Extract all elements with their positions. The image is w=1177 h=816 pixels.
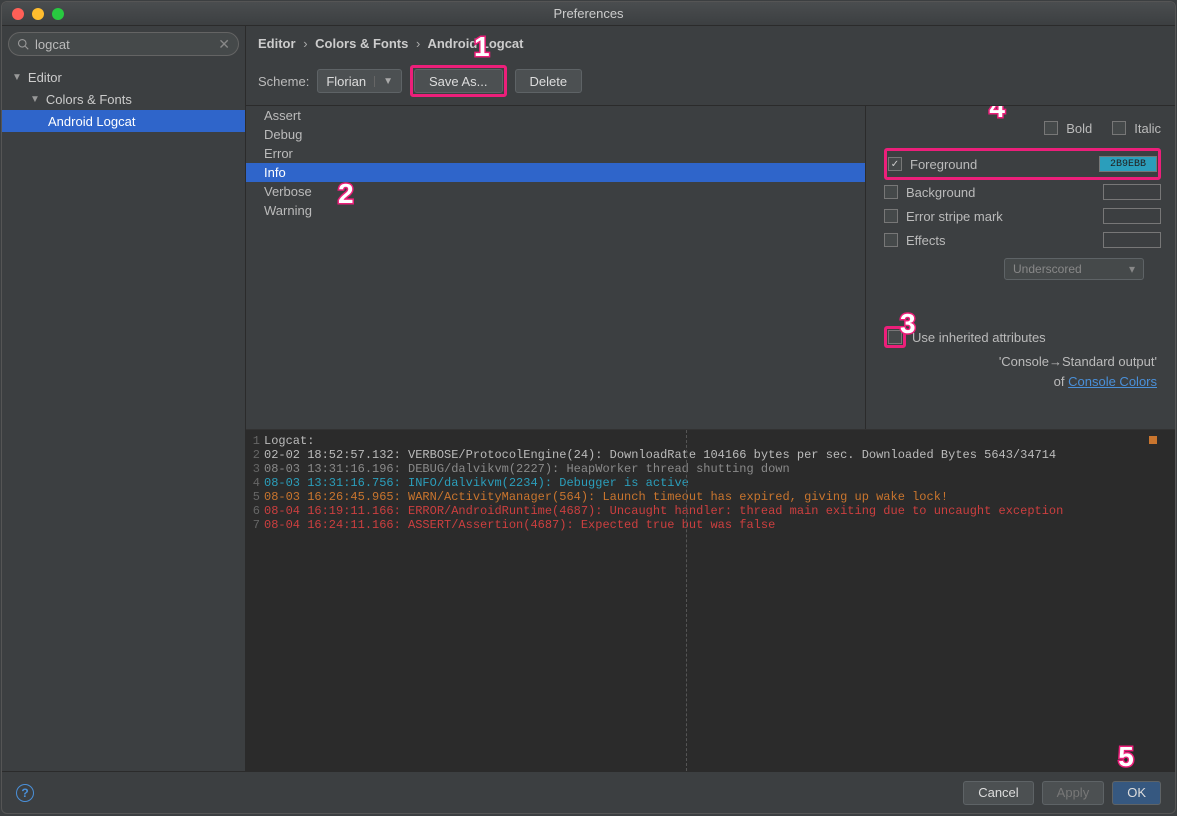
chevron-down-icon: ▼: [374, 76, 393, 87]
background-label: Background: [906, 185, 975, 200]
annotation-callout-1: 1: [474, 31, 490, 63]
sidebar: logcat ✕ ▼ Editor ▼ Colors & Fonts Andro…: [2, 26, 246, 771]
gutter-mark: [1149, 436, 1157, 444]
tree-item-editor[interactable]: ▼ Editor: [2, 66, 245, 88]
search-icon: [17, 38, 29, 50]
annotation-callout-3: 3: [900, 308, 916, 340]
scheme-select[interactable]: Florian ▼: [317, 69, 402, 93]
log-level-list: Assert Debug Error Info Verbose Warning …: [246, 106, 866, 429]
breadcrumb-part[interactable]: Editor: [258, 36, 296, 51]
clear-search-icon[interactable]: ✕: [218, 36, 230, 53]
effects-checkbox[interactable]: [884, 233, 898, 247]
cancel-button[interactable]: Cancel: [963, 781, 1033, 805]
annotation-highlight: Foreground 2B9EBB: [884, 148, 1161, 180]
console-colors-link[interactable]: Console Colors: [1068, 374, 1157, 389]
tree-item-android-logcat[interactable]: Android Logcat: [2, 110, 245, 132]
tree-label: Android Logcat: [48, 114, 135, 129]
annotation-highlight: Save As...: [410, 65, 507, 97]
preview-line: 08-04 16:19:11.166: ERROR/AndroidRuntime…: [264, 504, 1063, 518]
effects-kind-value: Underscored: [1013, 262, 1082, 276]
preview-line: 08-03 13:31:16.196: DEBUG/dalvikvm(2227)…: [264, 462, 790, 476]
disclosure-icon: ▼: [30, 94, 40, 105]
breadcrumb-part[interactable]: Colors & Fonts: [315, 36, 408, 51]
chevron-right-icon: ›: [416, 36, 420, 51]
breadcrumb: Editor › Colors & Fonts › Android Logcat: [246, 26, 1175, 55]
ok-button[interactable]: OK: [1112, 781, 1161, 805]
inherit-description: 'Console→Standard output' of Console Col…: [884, 352, 1161, 391]
effects-label: Effects: [906, 233, 946, 248]
disclosure-icon: ▼: [12, 72, 22, 83]
bold-checkbox[interactable]: [1044, 121, 1058, 135]
preview-pane: 1Logcat: 202-02 18:52:57.132: VERBOSE/Pr…: [246, 429, 1175, 771]
wrap-guide: [686, 430, 687, 771]
stripe-label: Error stripe mark: [906, 209, 1003, 224]
help-button[interactable]: ?: [16, 784, 34, 802]
delete-button[interactable]: Delete: [515, 69, 583, 93]
stripe-checkbox[interactable]: [884, 209, 898, 223]
annotation-callout-2: 2: [338, 178, 354, 210]
tree-label: Colors & Fonts: [46, 92, 132, 107]
bold-label: Bold: [1066, 121, 1092, 136]
tree-label: Editor: [28, 70, 62, 85]
effects-kind-select[interactable]: Underscored ▾: [1004, 258, 1144, 280]
preview-line: 08-04 16:24:11.166: ASSERT/Assertion(468…: [264, 518, 775, 532]
italic-checkbox[interactable]: [1112, 121, 1126, 135]
chevron-right-icon: ›: [303, 36, 307, 51]
annotation-callout-4: 4: [989, 105, 1005, 124]
search-value: logcat: [35, 37, 218, 52]
italic-label: Italic: [1134, 121, 1161, 136]
list-item[interactable]: Debug: [246, 125, 865, 144]
chevron-down-icon: ▾: [1129, 262, 1135, 276]
titlebar: Preferences: [2, 2, 1175, 26]
foreground-label: Foreground: [910, 157, 977, 172]
effects-color-swatch[interactable]: [1103, 232, 1161, 248]
attribute-panel: 4 Bold Italic: [866, 106, 1175, 429]
inherit-label: Use inherited attributes: [912, 330, 1046, 345]
save-as-button[interactable]: Save As...: [414, 69, 503, 93]
scheme-label: Scheme:: [258, 74, 309, 89]
search-input[interactable]: logcat ✕: [8, 32, 239, 56]
list-item[interactable]: Assert: [246, 106, 865, 125]
window-title: Preferences: [2, 6, 1175, 21]
scheme-value: Florian: [326, 74, 366, 89]
stripe-color-swatch[interactable]: [1103, 208, 1161, 224]
tree-item-colors-fonts[interactable]: ▼ Colors & Fonts: [2, 88, 245, 110]
apply-button[interactable]: Apply: [1042, 781, 1105, 805]
preview-line: 02-02 18:52:57.132: VERBOSE/ProtocolEngi…: [264, 448, 1056, 462]
list-item[interactable]: Error: [246, 144, 865, 163]
foreground-checkbox[interactable]: [888, 157, 902, 171]
preview-line: 08-03 16:26:45.965: WARN/ActivityManager…: [264, 490, 948, 504]
preview-line: 08-03 13:31:16.756: INFO/dalvikvm(2234):…: [264, 476, 689, 490]
preview-line: Logcat:: [264, 434, 314, 448]
background-checkbox[interactable]: [884, 185, 898, 199]
annotation-callout-5: 5: [1118, 741, 1134, 773]
foreground-color-swatch[interactable]: 2B9EBB: [1099, 156, 1157, 172]
background-color-swatch[interactable]: [1103, 184, 1161, 200]
